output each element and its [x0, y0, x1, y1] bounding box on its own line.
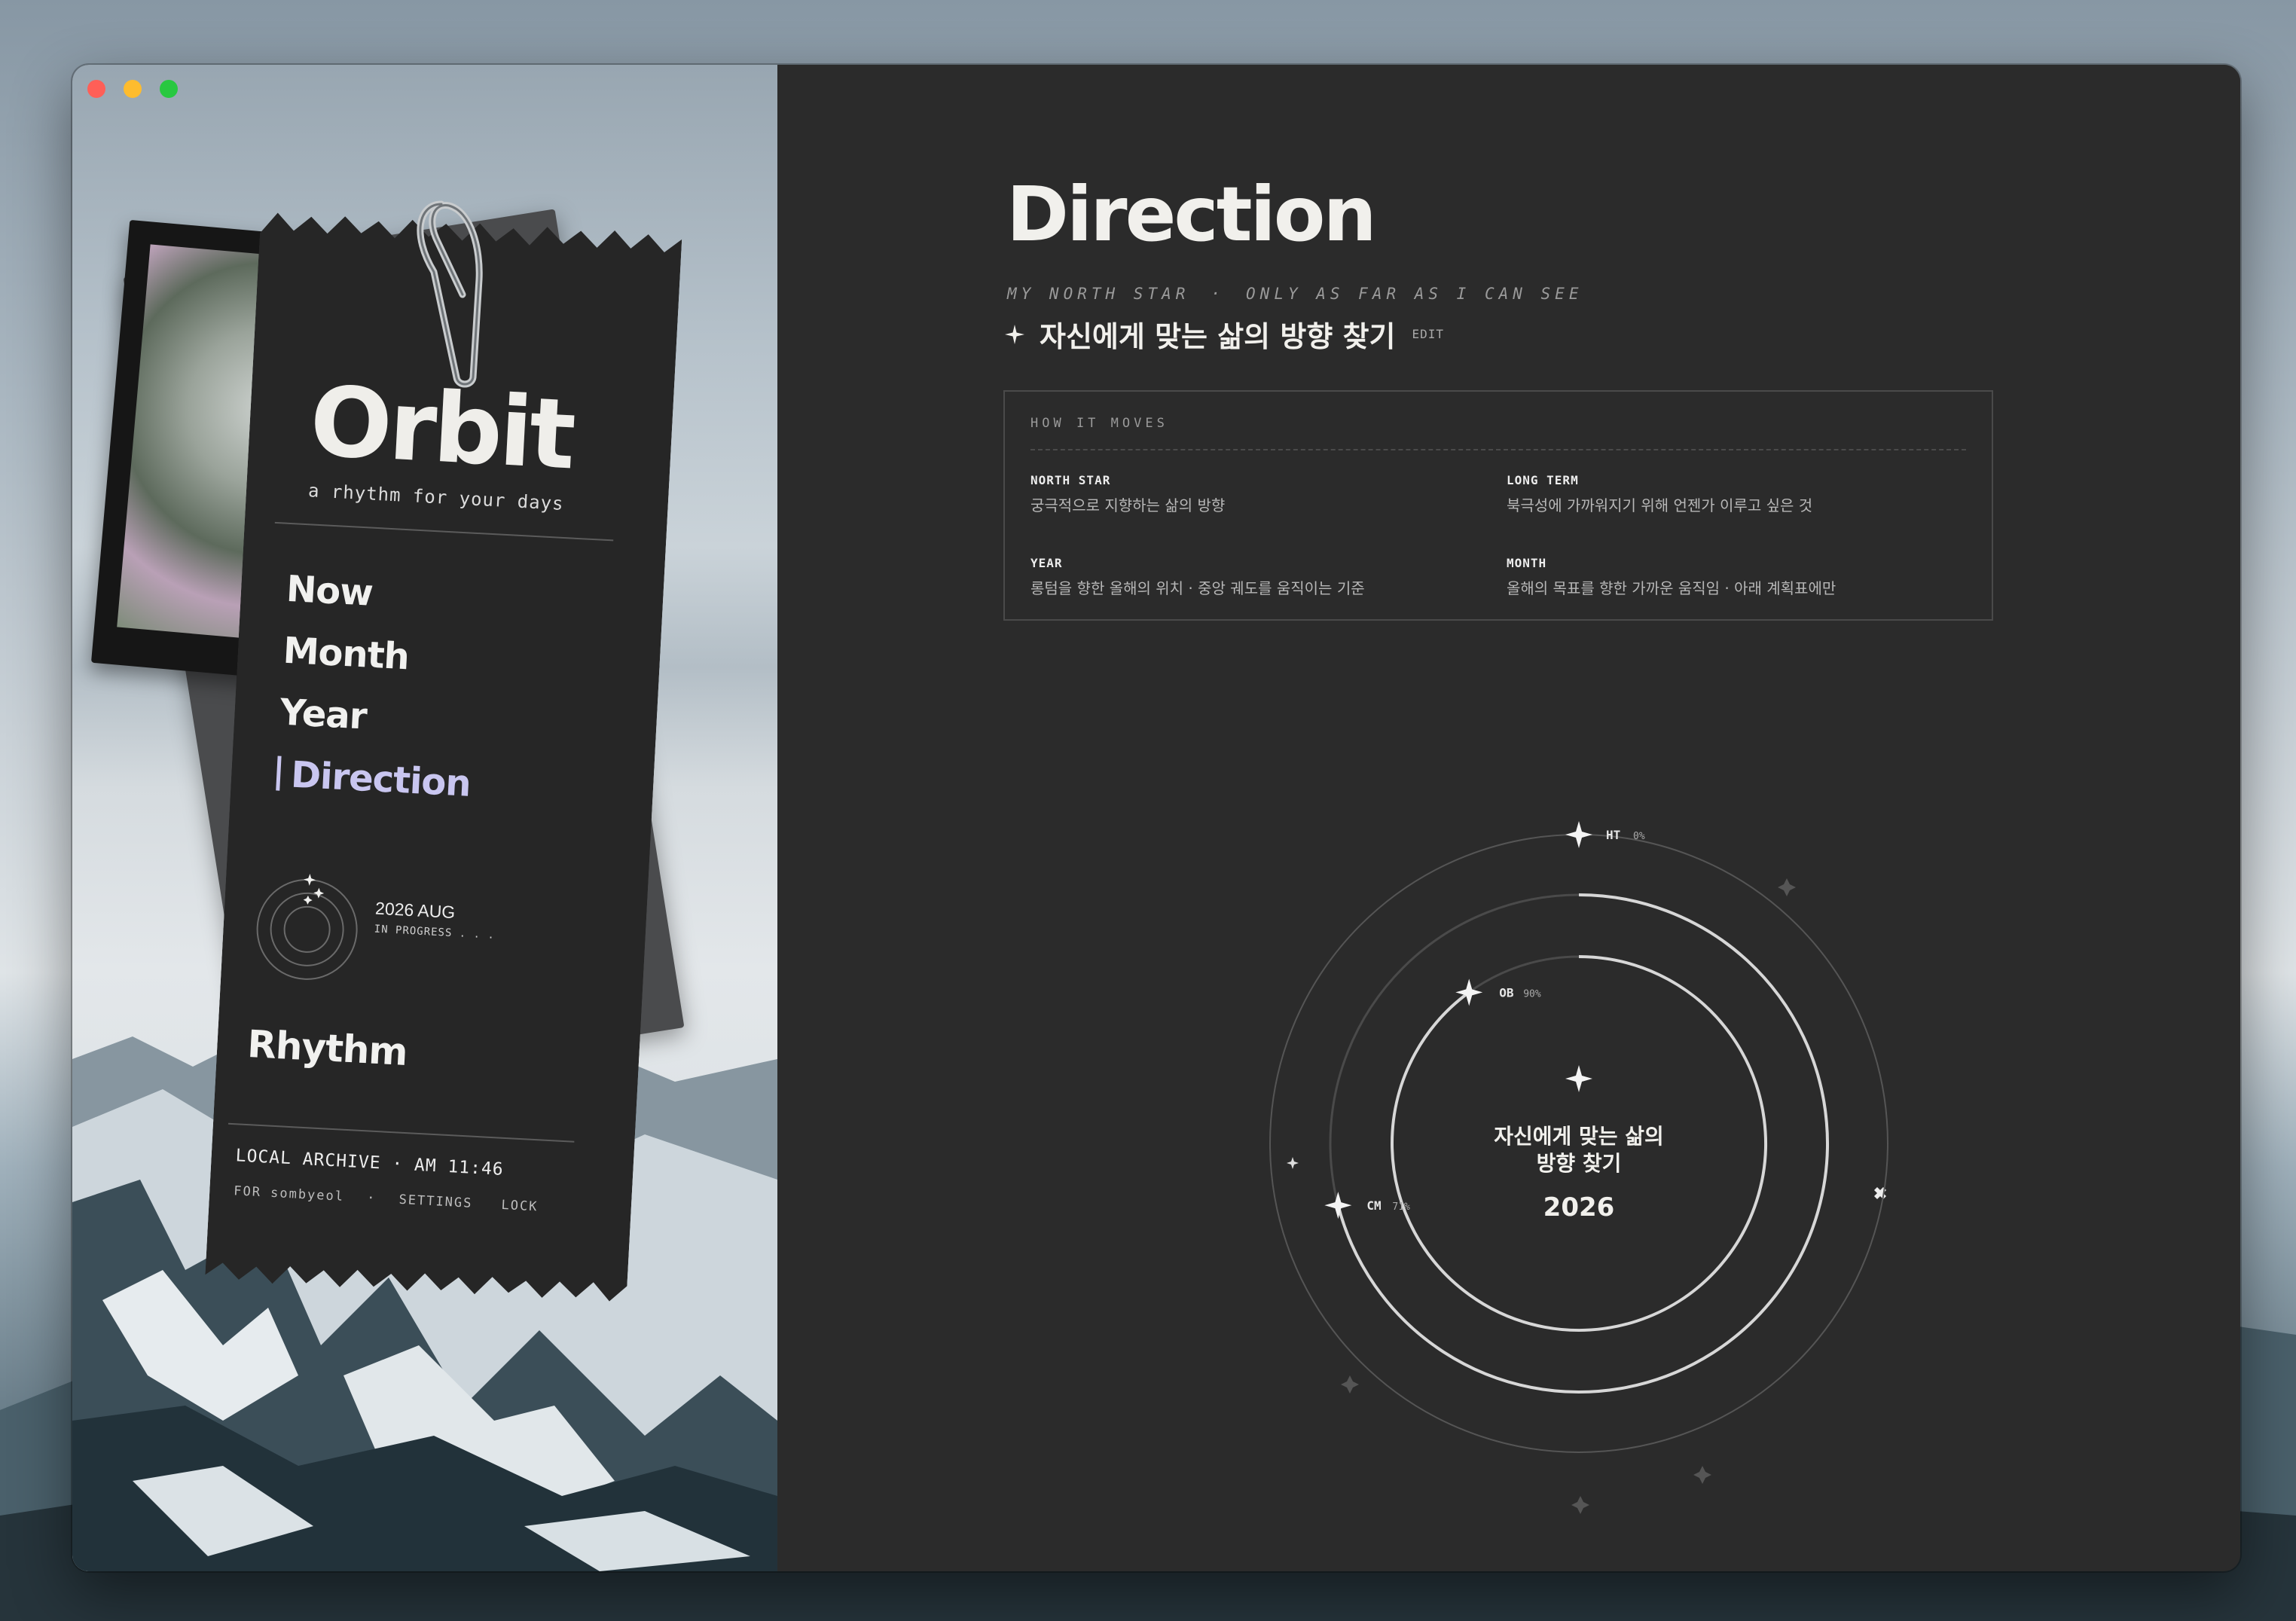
minimize-window-button[interactable] [124, 80, 142, 98]
marker-percent: 71% [1392, 1201, 1410, 1213]
center-year: 2026 [1543, 1192, 1615, 1223]
legend-month: MONTH 올해의 목표를 향한 가까운 움직임 · 아래 계획표에만 [1507, 556, 1836, 598]
marker-percent: 90% [1523, 988, 1541, 1000]
legend-value: 궁극적으로 지향하는 삶의 방향 [1030, 496, 1226, 514]
marker-cm[interactable]: CM 71% [1324, 1192, 1410, 1220]
period-date: 2026 AUG [374, 898, 456, 923]
center-star-icon [1565, 1065, 1592, 1092]
direction-view: Direction MY NORTH STAR · ONLY AS FAR AS I… [777, 65, 2240, 1571]
north-star-goal: 자신에게 맞는 삶의 방향 찾기 EDIT [1003, 313, 1444, 355]
legend-value: 롱텀을 향한 올해의 위치 · 중앙 궤도를 움직이는 기준 [1030, 579, 1365, 597]
separator: · [366, 1190, 377, 1207]
nav-item-direction-label: Direction [289, 753, 472, 805]
sparkle-icon [1455, 978, 1483, 1006]
maximize-window-button[interactable] [160, 80, 178, 98]
period-status: IN PROGRESS . . . [374, 923, 496, 942]
marker-label: CM [1366, 1198, 1381, 1213]
how-it-moves-card: HOW IT MOVES NORTH STAR 궁극적으로 지향하는 삶의 방향… [1003, 390, 1993, 621]
edit-goal-button[interactable]: EDIT [1412, 327, 1444, 341]
divider [275, 522, 613, 542]
faint-star [1778, 878, 1796, 896]
active-indicator [276, 756, 281, 790]
footer-links: FOR sombyeol · SETTINGS LOCK [234, 1183, 539, 1214]
goal-text: 자신에게 맞는 삶의 방향 찾기 [1040, 320, 1396, 353]
nav-item-now[interactable]: Now [285, 568, 481, 620]
window-controls [87, 80, 178, 98]
separator: · [1211, 285, 1226, 303]
subcaption-primary: MY NORTH STAR [1007, 285, 1190, 303]
divider [228, 1123, 574, 1143]
legend-value: 북극성에 가까워지기 위해 언젠가 이루고 싶은 것 [1507, 496, 1813, 514]
small-star [1287, 1157, 1299, 1169]
mini-orbit-icon [248, 868, 367, 987]
app-window: Orbit a rhythm for your days Now Month Y… [72, 65, 2240, 1571]
marker-ht[interactable]: HT 0% [1565, 821, 1645, 848]
nav-item-year[interactable]: Year [279, 691, 475, 743]
lock-link[interactable]: LOCK [501, 1198, 539, 1215]
faint-star [1571, 1496, 1589, 1514]
legend-long-term: LONG TERM 북극성에 가까워지기 위해 언젠가 이루고 싶은 것 [1507, 473, 1812, 515]
sidebar-panel: Orbit a rhythm for your days Now Month Y… [72, 65, 777, 1571]
legend-value: 올해의 목표를 향한 가까운 움직임 · 아래 계획표에만 [1507, 579, 1836, 597]
legend-key: MONTH [1507, 556, 1547, 570]
card-heading: HOW IT MOVES [1030, 416, 1168, 431]
center-goal-line1: 자신에게 맞는 삶의 [1494, 1124, 1664, 1149]
page-subcaption: MY NORTH STAR · ONLY AS FAR AS I CAN SEE [1007, 285, 1583, 303]
legend-year: YEAR 롱텀을 향한 올해의 위치 · 중앙 궤도를 움직이는 기준 [1030, 556, 1365, 598]
main-nav: Now Month Year Direction [275, 568, 481, 825]
nav-item-direction[interactable]: Direction [276, 753, 472, 805]
subcaption-secondary: ONLY AS FAR AS I CAN SEE [1246, 285, 1583, 303]
close-window-button[interactable] [87, 80, 105, 98]
sparkle-icon [1565, 821, 1592, 848]
paper-clip-icon [417, 200, 483, 388]
marker-ob[interactable]: OB 90% [1455, 978, 1541, 1006]
archive-status: LOCAL ARCHIVE · AM 11:46 [235, 1146, 505, 1180]
legend-key: YEAR [1030, 556, 1063, 570]
marker-percent: 0% [1633, 831, 1645, 842]
nav-item-rhythm[interactable]: Rhythm [246, 1022, 408, 1074]
faint-star [1341, 1375, 1359, 1394]
nav-item-month[interactable]: Month [282, 630, 478, 682]
dashed-divider [1030, 449, 1966, 450]
settings-link[interactable]: SETTINGS [398, 1192, 473, 1211]
sparkle-icon [1324, 1192, 1352, 1220]
faint-star [1693, 1466, 1711, 1484]
orbit-diagram: HT 0% OB 90% CM 71% 자신에게 맞는 삶의 방향 찾기 202… [1269, 821, 1888, 1514]
legend-north-star: NORTH STAR 궁극적으로 지향하는 삶의 방향 [1030, 473, 1225, 515]
center-goal-line2: 방향 찾기 [1537, 1151, 1622, 1176]
legend-key: LONG TERM [1507, 473, 1579, 487]
sparkle-icon [1005, 324, 1024, 344]
legend-key: NORTH STAR [1030, 473, 1111, 487]
marker-label: HT [1606, 828, 1620, 842]
marker-label: OB [1499, 985, 1514, 1000]
page-title: Direction [1006, 170, 1377, 258]
user-label: FOR sombyeol [233, 1183, 345, 1204]
